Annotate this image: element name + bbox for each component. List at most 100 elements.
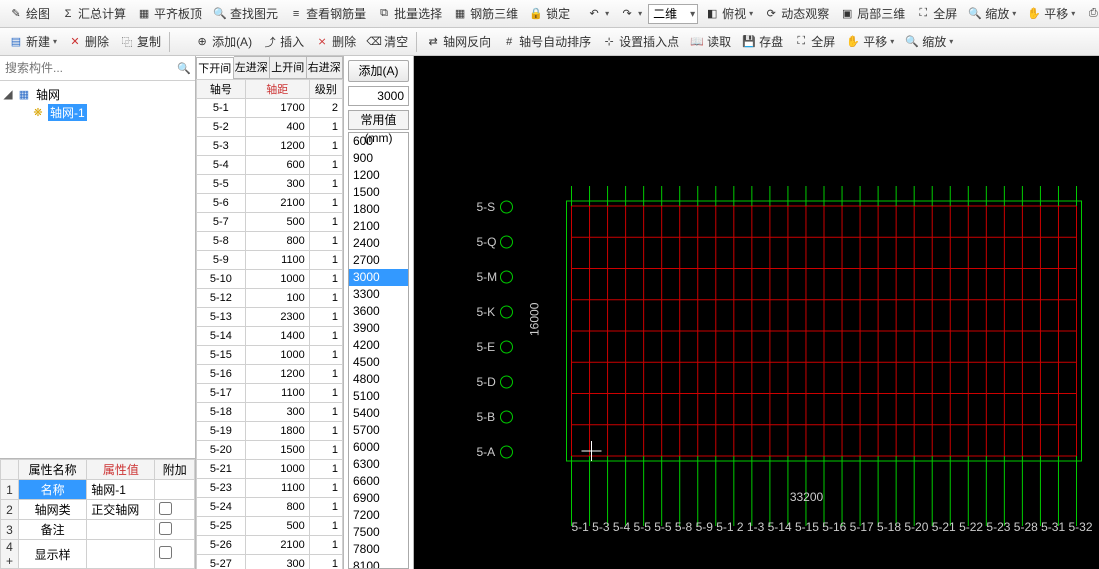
prop-row[interactable]: 4 +显示样 xyxy=(1,540,195,569)
grid-row[interactable]: 5-1323001 xyxy=(197,308,343,327)
grid-row[interactable]: 5-1612001 xyxy=(197,365,343,384)
tree-root[interactable]: ◢ ▦ 轴网 xyxy=(2,85,193,103)
search-icon[interactable]: 🔍 xyxy=(176,60,192,76)
common-value-item[interactable]: 6900 xyxy=(349,490,408,507)
grid-row[interactable]: 5-24001 xyxy=(197,118,343,137)
component-tree[interactable]: ◢ ▦ 轴网 ❋ 轴网-1 xyxy=(0,81,195,458)
tab-3[interactable]: 右进深 xyxy=(307,56,344,78)
tab-2[interactable]: 上开间 xyxy=(270,56,307,78)
add-value-button[interactable]: 添加(A) xyxy=(348,60,409,82)
tab-0[interactable]: 下开间 xyxy=(196,57,234,79)
grid-row[interactable]: 5-273001 xyxy=(197,555,343,569)
zoom2-button[interactable]: 🔍缩放▾ xyxy=(900,31,957,53)
common-value-item[interactable]: 3600 xyxy=(349,303,408,320)
grid-row[interactable]: 5-2110001 xyxy=(197,460,343,479)
collapse-icon[interactable]: ◢ xyxy=(2,87,14,101)
common-value-item[interactable]: 1200 xyxy=(349,167,408,184)
common-value-item[interactable]: 2400 xyxy=(349,235,408,252)
insert-button[interactable]: ⤴插入 xyxy=(258,31,308,53)
common-value-item[interactable]: 2100 xyxy=(349,218,408,235)
reverse-button[interactable]: ⇄轴网反向 xyxy=(421,31,495,53)
sum-button[interactable]: Σ汇总计算 xyxy=(56,3,130,25)
common-value-item[interactable]: 3000 xyxy=(349,269,408,286)
zoom1-button[interactable]: 🔍缩放▾ xyxy=(963,3,1020,25)
common-value-item[interactable]: 3300 xyxy=(349,286,408,303)
axis-grid[interactable]: 轴号 轴距 级别 5-1170025-240015-3120015-460015… xyxy=(196,79,343,569)
add-button[interactable]: ⊕添加(A) xyxy=(190,31,256,53)
common-value-item[interactable]: 7800 xyxy=(349,541,408,558)
common-value-item[interactable]: 4200 xyxy=(349,337,408,354)
common-value-item[interactable]: 4500 xyxy=(349,354,408,371)
setins-button[interactable]: ⊹设置插入点 xyxy=(597,31,683,53)
common-value-item[interactable]: 4800 xyxy=(349,371,408,388)
grid-row[interactable]: 5-1510001 xyxy=(197,346,343,365)
grid-row[interactable]: 5-88001 xyxy=(197,232,343,251)
grid-row[interactable]: 5-53001 xyxy=(197,175,343,194)
draw-button[interactable]: ✎绘图 xyxy=(4,3,54,25)
delete-button[interactable]: ✕删除 xyxy=(63,31,113,53)
prop-row[interactable]: 3 备注 xyxy=(1,520,195,540)
local3d-button[interactable]: ▣局部三维 xyxy=(835,3,909,25)
common-value-item[interactable]: 5100 xyxy=(349,388,408,405)
grid-row[interactable]: 5-1010001 xyxy=(197,270,343,289)
common-value-item[interactable]: 600 xyxy=(349,133,408,150)
grid-row[interactable]: 5-255001 xyxy=(197,517,343,536)
prop-extra-checkbox[interactable] xyxy=(159,546,172,559)
pan2-button[interactable]: ✋平移▾ xyxy=(841,31,898,53)
grid-row[interactable]: 5-1414001 xyxy=(197,327,343,346)
save2-button[interactable]: 💾存盘 xyxy=(737,31,787,53)
redo-button[interactable]: ↷▾ xyxy=(615,3,646,25)
grid-row[interactable]: 5-117002 xyxy=(197,99,343,118)
iso-button[interactable]: ◧俯视▾ xyxy=(700,3,757,25)
screen-button[interactable]: ⎙屏幕 xyxy=(1081,3,1099,25)
grid-row[interactable]: 5-46001 xyxy=(197,156,343,175)
prop-extra-checkbox[interactable] xyxy=(159,502,172,515)
common-value-item[interactable]: 5700 xyxy=(349,422,408,439)
tree-child[interactable]: ❋ 轴网-1 xyxy=(2,103,193,121)
grid-row[interactable]: 5-621001 xyxy=(197,194,343,213)
new-button[interactable]: ▤新建▾ xyxy=(4,31,61,53)
grid-row[interactable]: 5-2015001 xyxy=(197,441,343,460)
full-button[interactable]: ⛶全屏 xyxy=(911,3,961,25)
grid-row[interactable]: 5-248001 xyxy=(197,498,343,517)
common-value-item[interactable]: 7500 xyxy=(349,524,408,541)
grid-row[interactable]: 5-121001 xyxy=(197,289,343,308)
common-value-item[interactable]: 2700 xyxy=(349,252,408,269)
common-value-item[interactable]: 7200 xyxy=(349,507,408,524)
lock-button[interactable]: 🔒锁定 xyxy=(524,3,574,25)
prop-row[interactable]: 2 轴网类正交轴网 xyxy=(1,500,195,520)
add-value-field[interactable]: 3000 xyxy=(348,86,409,106)
common-value-item[interactable]: 6300 xyxy=(349,456,408,473)
auto-button[interactable]: #轴号自动排序 xyxy=(497,31,595,53)
copy-button[interactable]: ⿻复制 xyxy=(115,31,165,53)
tab-1[interactable]: 左进深 xyxy=(234,56,271,78)
grid-row[interactable]: 5-1711001 xyxy=(197,384,343,403)
undo-button[interactable]: ↶▾ xyxy=(582,3,613,25)
view-combo[interactable]: 二维 xyxy=(648,4,698,24)
prop-row[interactable]: 1 名称轴网-1 xyxy=(1,480,195,500)
grid-row[interactable]: 5-183001 xyxy=(197,403,343,422)
find-button[interactable]: 🔍查找图元 xyxy=(208,3,282,25)
common-value-item[interactable]: 6000 xyxy=(349,439,408,456)
common-value-item[interactable]: 5400 xyxy=(349,405,408,422)
orbit-button[interactable]: ⟳动态观察 xyxy=(759,3,833,25)
rebar-button[interactable]: ≡查看钢筋量 xyxy=(284,3,370,25)
drawing-viewport[interactable]: 5-S5-Q5-M5-K5-E5-D5-B5-A 16000 33200 5-1… xyxy=(414,56,1099,569)
grid-row[interactable]: 5-911001 xyxy=(197,251,343,270)
common-value-item[interactable]: 3900 xyxy=(349,320,408,337)
align-button[interactable]: ▦平齐板顶 xyxy=(132,3,206,25)
grid-row[interactable]: 5-2621001 xyxy=(197,536,343,555)
batch-button[interactable]: ⧉批量选择 xyxy=(372,3,446,25)
full2-button[interactable]: ⛶全屏 xyxy=(789,31,839,53)
read-button[interactable]: 📖读取 xyxy=(685,31,735,53)
common-values-list[interactable]: 6009001200150018002100240027003000330036… xyxy=(348,132,409,569)
common-value-item[interactable]: 6600 xyxy=(349,473,408,490)
grid-row[interactable]: 5-75001 xyxy=(197,213,343,232)
rebar3d-button[interactable]: ▦钢筋三维 xyxy=(448,3,522,25)
common-value-item[interactable]: 1800 xyxy=(349,201,408,218)
common-value-item[interactable]: 900 xyxy=(349,150,408,167)
common-value-item[interactable]: 8100 xyxy=(349,558,408,569)
pan1-button[interactable]: ✋平移▾ xyxy=(1022,3,1079,25)
common-value-item[interactable]: 1500 xyxy=(349,184,408,201)
prop-extra-checkbox[interactable] xyxy=(159,522,172,535)
